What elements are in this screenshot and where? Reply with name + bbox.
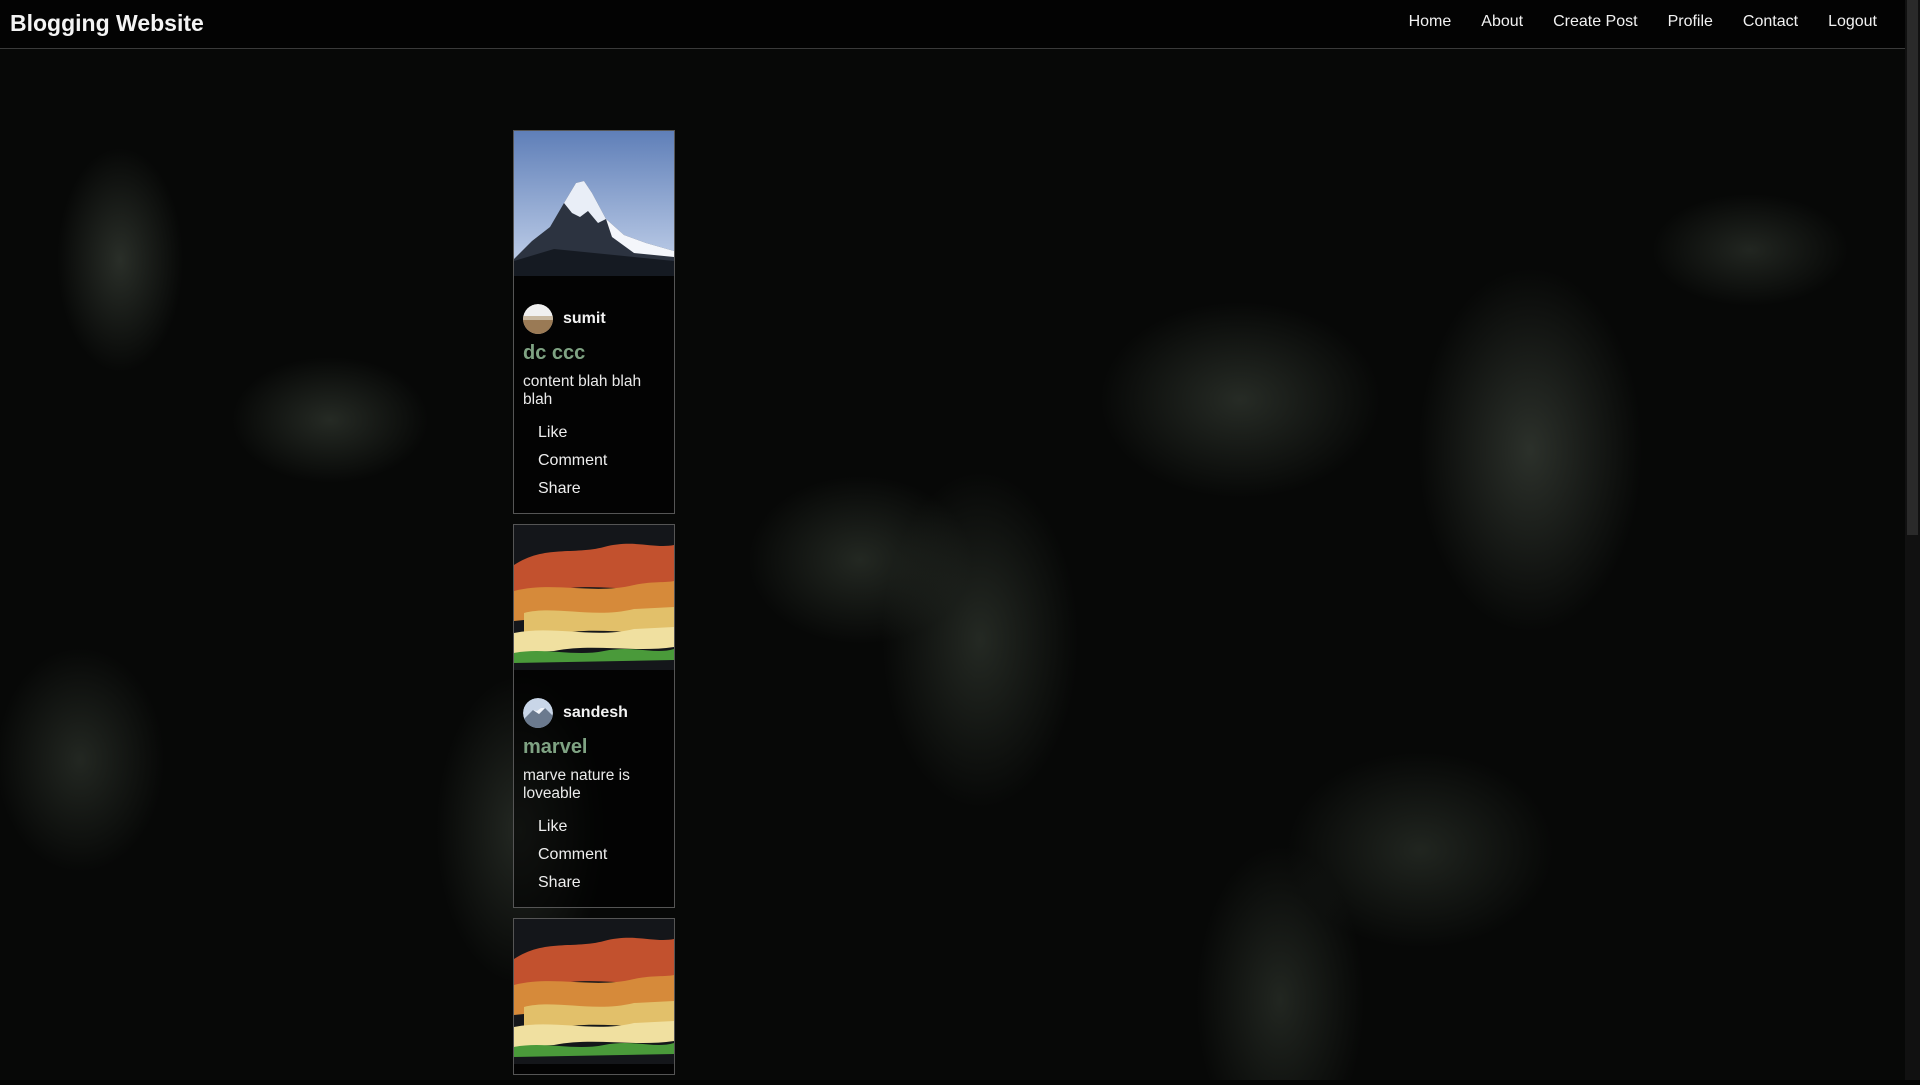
share-button[interactable]: Share [538, 475, 674, 503]
post-author[interactable]: sumit [563, 310, 606, 328]
post-image-mountain [514, 131, 674, 276]
post-title[interactable]: marvel [523, 736, 674, 759]
site-brand[interactable]: Blogging Website [10, 10, 204, 37]
scrollbar-thumb[interactable] [1907, 0, 1918, 535]
site-header: Blogging Website Home About Create Post … [0, 0, 1905, 49]
post-image-abstract [514, 525, 674, 670]
author-row: sumit [523, 304, 674, 334]
comment-button[interactable]: Comment [538, 841, 674, 869]
share-button[interactable]: Share [538, 869, 674, 897]
avatar[interactable] [523, 698, 553, 728]
comment-button[interactable]: Comment [538, 447, 674, 475]
post-card [513, 918, 675, 1075]
nav-profile[interactable]: Profile [1668, 13, 1713, 31]
avatar[interactable] [523, 304, 553, 334]
nav-about[interactable]: About [1481, 13, 1523, 31]
page-scrollbar[interactable] [1905, 0, 1920, 1080]
post-title[interactable]: dc ccc [523, 342, 674, 365]
nav-create-post[interactable]: Create Post [1553, 13, 1637, 31]
nav-contact[interactable]: Contact [1743, 13, 1798, 31]
post-author[interactable]: sandesh [563, 704, 628, 722]
post-actions: Like Comment Share [538, 419, 674, 503]
foliage-background [0, 0, 1920, 1080]
post-feed: sumit dc ccc content blah blah blah Like… [513, 130, 675, 1085]
nav-home[interactable]: Home [1409, 13, 1452, 31]
post-content: content blah blah blah [523, 373, 642, 408]
author-row: sandesh [523, 698, 674, 728]
main-nav: Home About Create Post Profile Contact L… [1379, 13, 1877, 31]
post-card: sumit dc ccc content blah blah blah Like… [513, 130, 675, 514]
like-button[interactable]: Like [538, 419, 674, 447]
nav-logout[interactable]: Logout [1828, 13, 1877, 31]
like-button[interactable]: Like [538, 813, 674, 841]
post-card: sandesh marvel marve nature is loveable … [513, 524, 675, 908]
post-actions: Like Comment Share [538, 813, 674, 897]
post-image-abstract [514, 919, 674, 1064]
post-content: marve nature is loveable [523, 767, 630, 802]
